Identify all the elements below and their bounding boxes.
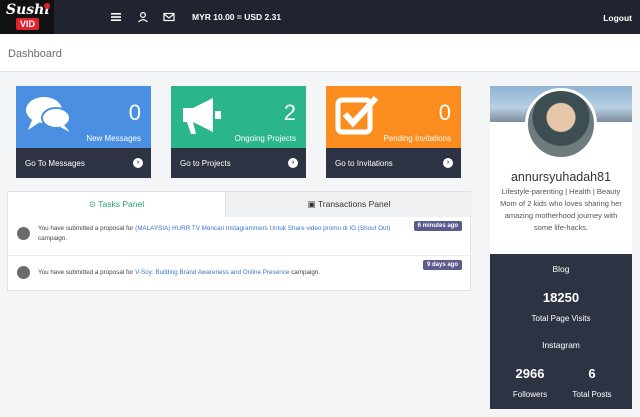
go-to-projects-text: Go to Projects <box>180 159 231 168</box>
tab-transactions-label: Transactions Panel <box>317 199 391 209</box>
messages-card-top: 0 New Messages <box>16 86 151 148</box>
invitations-card: 0 Pending Invitations Go to Invitations … <box>326 86 461 178</box>
document-icon <box>17 227 30 240</box>
instagram-heading: Instagram <box>542 340 580 350</box>
projects-card-top: 2 Ongoing Projects <box>171 86 306 148</box>
task-text: You have submitted a proposal for V-Soy:… <box>38 268 398 278</box>
clock-icon: ⊙ <box>88 199 97 209</box>
document-icon <box>17 266 30 279</box>
go-to-projects-link[interactable]: Go to Projects › <box>171 148 306 178</box>
arrow-right-icon: › <box>288 158 298 168</box>
top-navbar: Sushi VID MYR 10.00 = USD 2.31 Logout <box>0 0 640 34</box>
arrow-right-icon: › <box>443 158 453 168</box>
messages-label: New Messages <box>86 134 141 143</box>
task-suffix: campaign. <box>38 235 68 242</box>
page-title: Dashboard <box>8 48 62 60</box>
task-text: You have submitted a proposal for (MALAY… <box>38 224 398 244</box>
go-to-invitations-text: Go to Invitations <box>335 159 393 168</box>
posts-label: Total Posts <box>572 390 612 399</box>
invitations-card-top: 0 Pending Invitations <box>326 86 461 148</box>
time-badge: 6 minutes ago <box>413 221 462 231</box>
profile-username: annursyuhadah81 <box>510 170 612 184</box>
messages-count: 0 <box>128 100 141 125</box>
checkbox-icon <box>334 94 382 141</box>
task-prefix: You have submitted a proposal for <box>38 225 134 232</box>
invitations-label: Pending Invitations <box>383 134 451 143</box>
projects-card: 2 Ongoing Projects Go to Projects › <box>171 86 306 178</box>
logo-sub-text: VID <box>16 18 40 30</box>
arrow-right-icon: › <box>133 158 143 168</box>
posts-value: 6 <box>588 366 596 381</box>
task-row: You have submitted a proposal for V-Soy:… <box>8 257 470 295</box>
go-to-messages-text: Go To Messages <box>25 159 85 168</box>
task-row: You have submitted a proposal for (MALAY… <box>8 218 470 256</box>
projects-label: Ongoing Projects <box>234 134 296 143</box>
task-suffix: campaign. <box>291 269 321 276</box>
logo-dot <box>44 3 50 9</box>
tasks-panel: ⊙ Tasks Panel ▣ Transactions Panel You h… <box>7 191 472 291</box>
projects-count: 2 <box>283 100 296 125</box>
chat-bubbles-icon <box>24 94 72 141</box>
money-icon: ▣ <box>307 199 316 209</box>
campaign-link[interactable]: V-Soy: Building Brand Awareness and Onli… <box>135 269 289 276</box>
megaphone-icon <box>179 94 227 141</box>
go-to-messages-link[interactable]: Go To Messages › <box>16 148 151 178</box>
tab-transactions[interactable]: ▣ Transactions Panel <box>225 192 472 217</box>
tab-tasks-label: Tasks Panel <box>98 199 145 209</box>
go-to-invitations-link[interactable]: Go to Invitations › <box>326 148 461 178</box>
tab-tasks[interactable]: ⊙ Tasks Panel <box>8 192 225 217</box>
user-icon[interactable] <box>137 10 151 24</box>
task-prefix: You have submitted a proposal for <box>38 269 134 276</box>
avatar[interactable] <box>525 88 597 160</box>
blog-heading: Blog <box>552 264 570 274</box>
logout-link[interactable]: Logout <box>603 13 632 23</box>
messages-card: 0 New Messages Go To Messages › <box>16 86 151 178</box>
profile-stats: Blog 18250 Total Page Visits Instagram 2… <box>490 254 632 409</box>
logo[interactable]: Sushi VID <box>0 0 54 34</box>
profile-card: annursyuhadah81 Lifestyle-parenting | He… <box>490 86 632 409</box>
menu-icon[interactable] <box>110 10 124 24</box>
invitations-count: 0 <box>438 100 451 125</box>
campaign-link[interactable]: (MALAYSIA) HURR TV Mencari Instagrammers… <box>135 225 390 232</box>
panel-tabs: ⊙ Tasks Panel ▣ Transactions Panel <box>8 192 472 217</box>
currency-rate: MYR 10.00 = USD 2.31 <box>192 12 282 22</box>
profile-bio: Lifestyle-parenting | Health | Beauty Mo… <box>500 187 622 232</box>
page-header: Dashboard <box>0 34 640 72</box>
envelope-icon[interactable] <box>163 10 177 24</box>
page-visits-label: Total Page Visits <box>531 314 591 323</box>
page-visits-value: 18250 <box>542 290 580 305</box>
time-badge: 9 days ago <box>422 260 462 270</box>
